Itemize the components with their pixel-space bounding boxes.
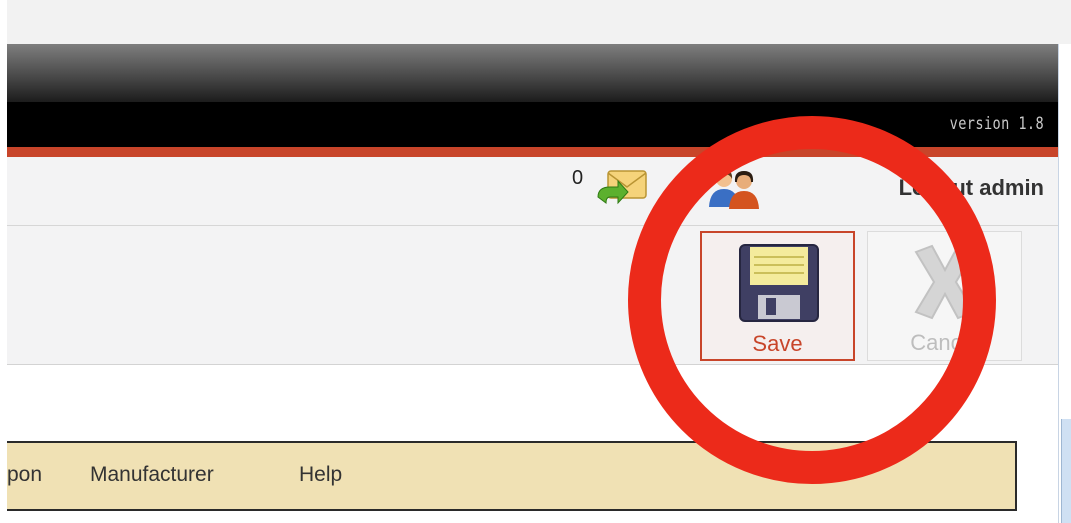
left-edge bbox=[0, 0, 7, 523]
logout-link[interactable]: Logout admin bbox=[899, 175, 1044, 201]
cancel-x-icon bbox=[914, 244, 976, 320]
menu-item-help[interactable]: Help bbox=[299, 463, 342, 487]
status-bar: 0 1 Logout admin bbox=[7, 157, 1058, 226]
menu-item-coupon[interactable]: pon bbox=[7, 463, 42, 487]
toolbar: Save Cancel bbox=[7, 226, 1058, 365]
menu-item-manufacturer[interactable]: Manufacturer bbox=[90, 463, 214, 487]
window-scrollbar[interactable] bbox=[1058, 44, 1071, 523]
main-menu: pon Manufacturer Help bbox=[7, 441, 1017, 511]
save-button[interactable]: Save bbox=[700, 231, 855, 361]
users-online-icon[interactable] bbox=[704, 165, 764, 211]
save-button-label: Save bbox=[752, 331, 803, 356]
admin-header-bar bbox=[7, 102, 1058, 147]
mail-icon[interactable] bbox=[594, 167, 650, 213]
header-accent-line bbox=[7, 147, 1058, 157]
online-users-count: 1 bbox=[686, 167, 698, 189]
message-count: 0 bbox=[572, 167, 584, 189]
scrollbar-thumb[interactable] bbox=[1061, 419, 1071, 523]
cancel-button-label: Cancel bbox=[910, 330, 979, 355]
version-label: version 1.8 bbox=[949, 114, 1044, 134]
admin-header bbox=[7, 44, 1058, 102]
browser-top-gap bbox=[0, 0, 1071, 44]
cancel-button[interactable]: Cancel bbox=[867, 231, 1022, 361]
floppy-disk-icon bbox=[739, 244, 819, 322]
